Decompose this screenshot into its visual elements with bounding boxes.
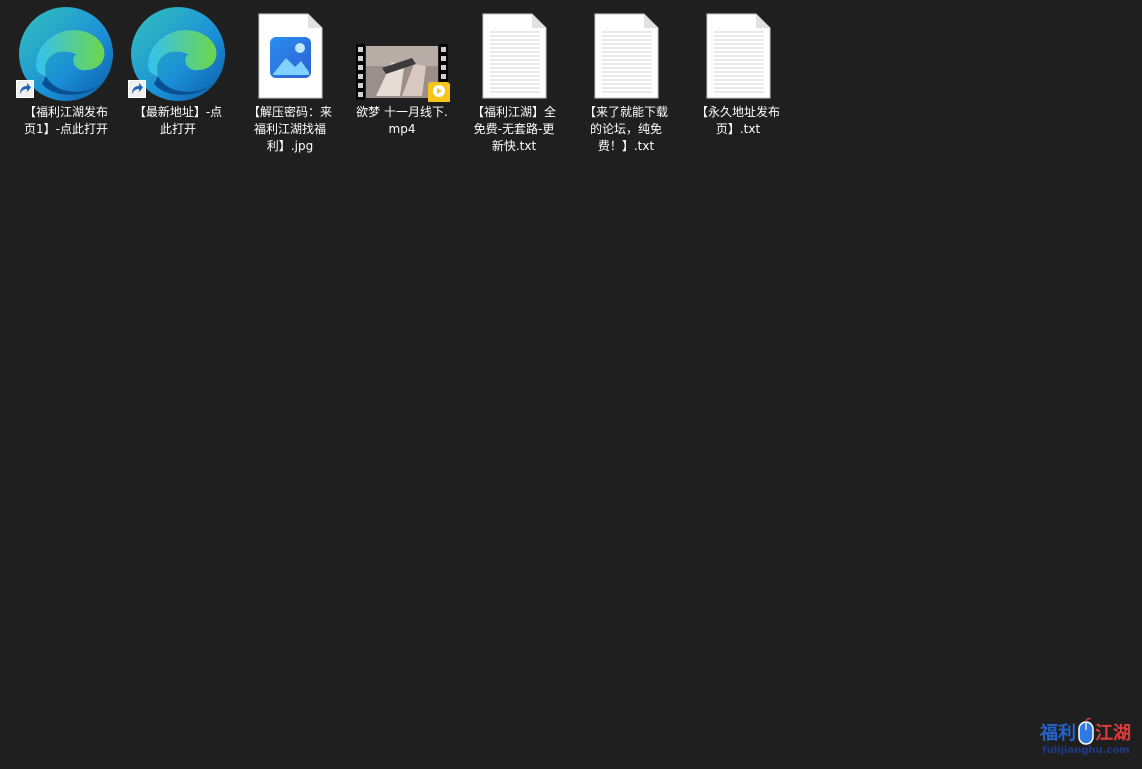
- text-file-icon: [576, 6, 676, 102]
- desktop-item-label: 【解压密码：来福利江湖找福利】.jpg: [247, 105, 332, 153]
- desktop-item-edge-shortcut-2[interactable]: 【最新地址】-点此打开: [128, 6, 228, 138]
- watermark-subtitle: fulijianghu.com: [1042, 745, 1130, 756]
- desktop-item-label: 【福利江湖】全免费-无套路-更新快.txt: [471, 105, 556, 153]
- edge-shortcut-icon: [16, 6, 116, 102]
- desktop-item-label: 【永久地址发布页】.txt: [695, 105, 780, 136]
- watermark-logo: 福利 江湖 fulijianghu.com: [1040, 715, 1132, 761]
- text-file-icon: [688, 6, 788, 102]
- desktop-item-label: 【最新地址】-点此打开: [133, 105, 223, 136]
- watermark-title-b: 江湖: [1095, 723, 1131, 744]
- shortcut-arrow-icon: [128, 80, 146, 98]
- image-file-icon: [240, 6, 340, 102]
- edge-shortcut-icon: [128, 6, 228, 102]
- watermark-title-a: 福利: [1040, 723, 1076, 744]
- watermark-title: 福利 江湖: [1040, 717, 1132, 745]
- desktop-item-label: 【福利江湖发布页1】-点此打开: [23, 105, 108, 136]
- desktop-item-txt-file-2[interactable]: 【来了就能下载的论坛，纯免费！】.txt: [576, 6, 676, 155]
- desktop-item-label: 【来了就能下载的论坛，纯免费！】.txt: [583, 105, 668, 153]
- desktop-item-edge-shortcut-1[interactable]: 【福利江湖发布页1】-点此打开: [16, 6, 116, 138]
- desktop-item-txt-file-3[interactable]: 【永久地址发布页】.txt: [688, 6, 788, 138]
- shortcut-arrow-icon: [16, 80, 34, 98]
- video-file-icon: [352, 6, 452, 104]
- desktop-item-txt-file-1[interactable]: 【福利江湖】全免费-无套路-更新快.txt: [464, 6, 564, 155]
- desktop: 【福利江湖发布页1】-点此打开 【最新地址】-点此打开 【解压密码：来福利江湖找…: [0, 0, 1142, 769]
- desktop-item-jpg-file[interactable]: 【解压密码：来福利江湖找福利】.jpg: [240, 6, 340, 155]
- text-file-icon: [464, 6, 564, 102]
- desktop-item-mp4-file[interactable]: 欲梦 十一月线下.mp4: [352, 6, 452, 138]
- desktop-item-label: 欲梦 十一月线下.mp4: [356, 105, 448, 136]
- mouse-icon: [1078, 718, 1094, 745]
